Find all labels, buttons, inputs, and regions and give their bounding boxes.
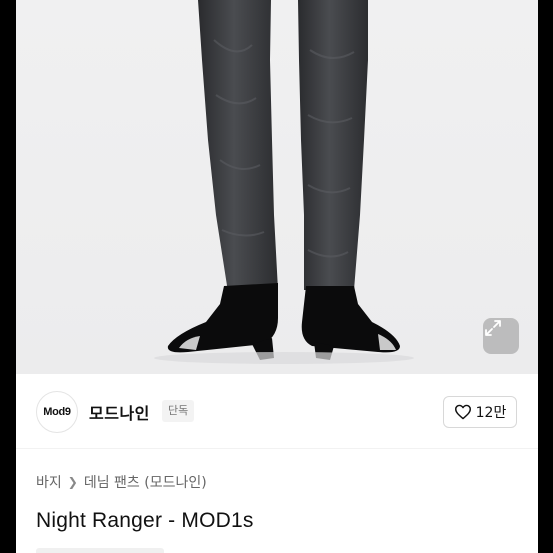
brand-logo-text: Mod9 [43,406,71,418]
brand-row: Mod9 모드나인 단독 12만 [16,374,538,448]
expand-image-button[interactable] [483,318,519,354]
like-button[interactable]: 12만 [443,396,517,428]
jeans-boots-illustration [154,0,414,364]
product-page: Mod9 모드나인 단독 12만 바지 ❯ 데님 팬츠 (모드나인) Night… [16,0,538,553]
product-title: Night Ranger - MOD1s [36,509,254,532]
brand-name[interactable]: 모드나인 [89,400,150,424]
expand-arrows-icon [485,320,501,336]
breadcrumb-item-pants[interactable]: 바지 [36,472,62,492]
exclusive-badge: 단독 [162,400,195,422]
heart-outline-icon [454,404,471,420]
breadcrumb: 바지 ❯ 데님 팬츠 (모드나인) [36,472,207,492]
product-image[interactable] [16,0,538,374]
breadcrumb-item-denim-pants[interactable]: 데님 팬츠 (모드나인) [84,472,207,492]
brand-logo[interactable]: Mod9 [36,391,78,433]
chevron-right-icon: ❯ [67,475,78,489]
section-divider [16,448,538,456]
price-placeholder [36,548,164,553]
like-count: 12만 [475,405,507,421]
